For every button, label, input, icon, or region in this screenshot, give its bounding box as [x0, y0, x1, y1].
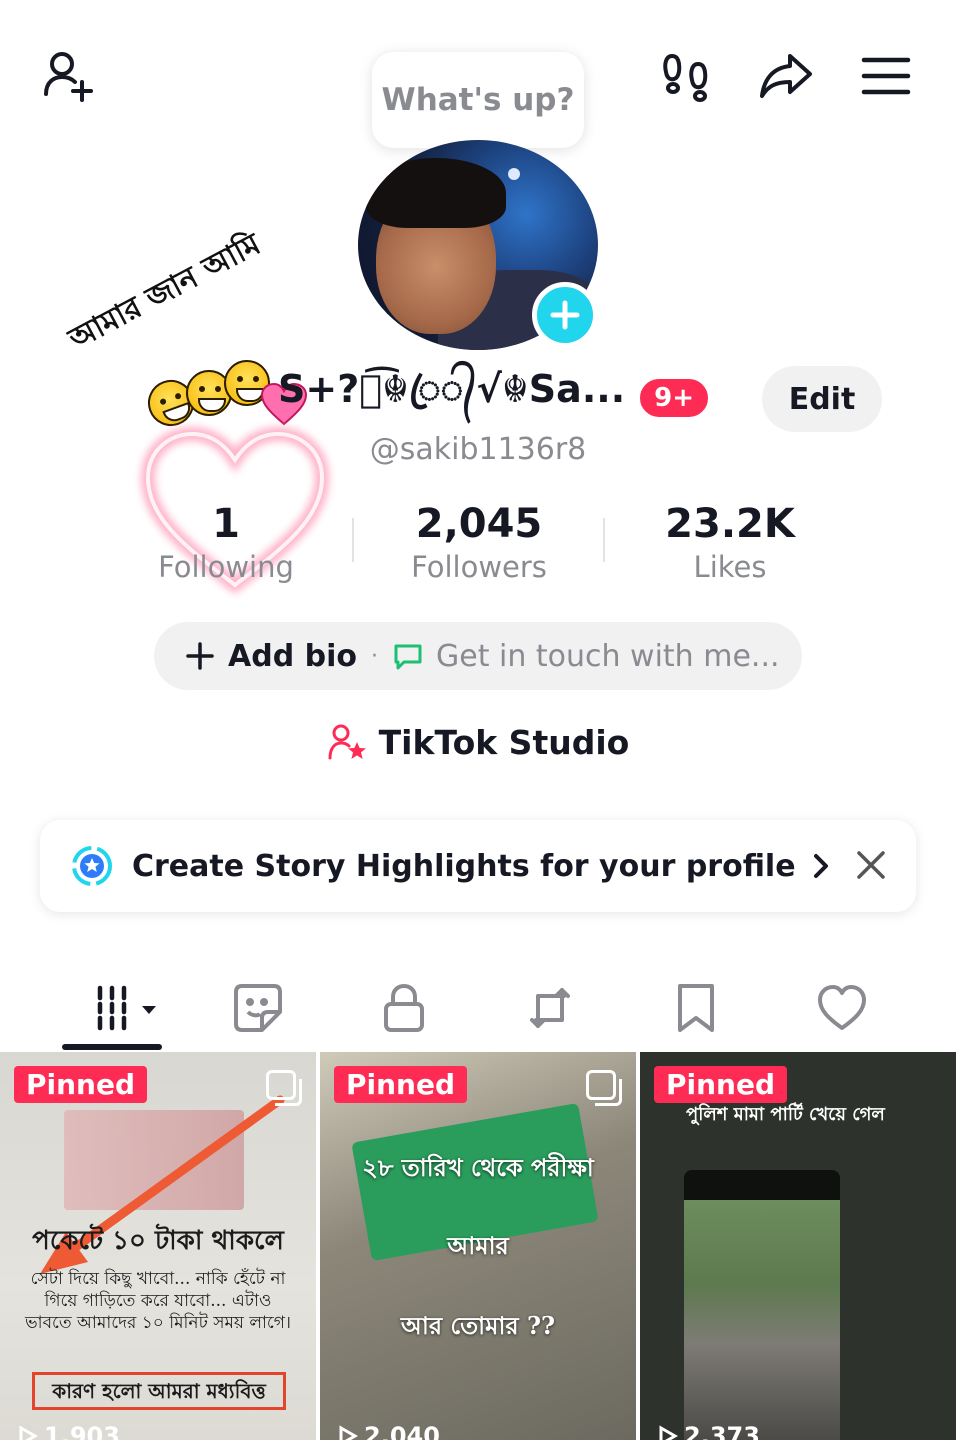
pinned-badge: Pinned	[14, 1066, 148, 1103]
tiktok-studio-label: TikTok Studio	[378, 722, 630, 762]
share-icon[interactable]	[754, 44, 818, 108]
stat-value: 2,045	[415, 501, 543, 547]
footprints-icon[interactable]	[656, 44, 720, 108]
highlight-star-icon	[72, 846, 112, 886]
heart-icon	[818, 985, 866, 1030]
video-line-3: আর তোমার ??	[400, 1311, 556, 1340]
stat-following[interactable]: 1 Following	[116, 500, 336, 586]
tiktok-studio-link[interactable]: TikTok Studio	[0, 722, 956, 762]
add-bio-button[interactable]: Add bio	[184, 639, 357, 674]
video-thumbnail[interactable]: Pinned পুলিশ মামা পার্টি খেয়ে গেল 2,373	[640, 1052, 956, 1440]
story-highlights-banner[interactable]: Create Story Highlights for your profile	[40, 820, 916, 912]
chat-bubble-icon	[394, 644, 422, 670]
tab-private[interactable]	[364, 970, 444, 1046]
tab-liked[interactable]	[802, 970, 882, 1046]
stat-followers[interactable]: 2,045 Followers	[369, 500, 589, 586]
story-highlights-text: Create Story Highlights for your profile	[132, 848, 796, 884]
avatar-light	[508, 168, 520, 180]
pinned-badge: Pinned	[654, 1066, 788, 1103]
grid-icon	[97, 985, 156, 1031]
tab-reposts[interactable]	[510, 970, 590, 1046]
stat-divider	[352, 518, 354, 562]
play-icon	[19, 1425, 38, 1440]
video-grid: Pinned পকেটে ১০ টাকা থাকলে সেটা দিয়ে কি…	[0, 1052, 956, 1440]
stat-value: 23.2K	[665, 501, 795, 547]
profile-tabs	[0, 960, 956, 1052]
status-bubble[interactable]: What's up?	[372, 52, 584, 148]
video-thumbnail[interactable]: Pinned ২৮ তারিখ থেকে পরীক্ষা আমার আর তোম…	[320, 1052, 636, 1440]
edit-profile-label: Edit	[788, 381, 856, 417]
view-count: 2,040	[336, 1422, 440, 1440]
close-icon[interactable]	[854, 848, 888, 882]
creator-star-icon	[328, 724, 366, 760]
bio-separator: ·	[370, 643, 378, 669]
tab-saved[interactable]	[656, 970, 736, 1046]
stat-divider	[603, 518, 605, 562]
add-friend-icon[interactable]	[36, 44, 100, 108]
embedded-video-frame	[684, 1170, 840, 1440]
bio-bar: Add bio · Get in touch with me...	[154, 622, 802, 690]
sticker-text: আমার জান আমি	[63, 226, 267, 358]
profile-handle: @sakib1136r8	[369, 432, 587, 467]
avatar-hair	[366, 158, 506, 228]
status-bubble-text: What's up?	[381, 82, 575, 118]
view-count: 1,903	[16, 1422, 120, 1440]
pinned-badge: Pinned	[334, 1066, 468, 1103]
view-count-text: 1,903	[44, 1422, 120, 1440]
add-story-button[interactable]	[532, 282, 598, 348]
video-body-text: সেটা দিয়ে কিছু খাবো... নাকি হেঁটে না গি…	[25, 1269, 291, 1333]
view-count-text: 2,373	[684, 1422, 760, 1440]
video-thumbnail[interactable]: Pinned পকেটে ১০ টাকা থাকলে সেটা দিয়ে কি…	[0, 1052, 316, 1440]
video-headline: পকেটে ১০ টাকা থাকলে	[32, 1226, 284, 1256]
video-line-2: আমার	[447, 1231, 509, 1260]
contact-button[interactable]: Get in touch with me...	[392, 639, 780, 674]
bookmark-icon	[678, 984, 714, 1032]
view-count: 2,373	[656, 1422, 760, 1440]
play-icon	[339, 1425, 358, 1440]
street-scene-image	[684, 1200, 840, 1440]
video-line-1: ২৮ তারিখ থেকে পরীক্ষা	[362, 1153, 594, 1182]
play-icon	[659, 1425, 678, 1440]
notification-badge[interactable]: 9+	[637, 376, 712, 420]
add-bio-label: Add bio	[228, 638, 357, 674]
stat-label: Following	[158, 550, 294, 584]
tab-favorites-stickers[interactable]	[218, 970, 298, 1046]
stat-label: Followers	[411, 550, 547, 584]
contact-label: Get in touch with me...	[435, 638, 780, 674]
menu-icon[interactable]	[854, 44, 918, 108]
plus-icon	[186, 642, 214, 670]
edit-profile-button[interactable]: Edit	[762, 366, 882, 432]
video-boxed-text: কারণ হলো আমরা মধ্যবিত্ত	[32, 1372, 286, 1410]
display-name-row: S+?ৌ͡☬ꦿ᭄√☬Sa... 9+	[278, 367, 712, 424]
lock-icon	[384, 983, 424, 1032]
tab-videos[interactable]	[80, 970, 180, 1046]
view-count-text: 2,040	[364, 1422, 440, 1440]
chevron-right-icon	[813, 854, 828, 878]
video-caption: পুলিশ মামা পার্টি খেয়ে গেল	[686, 1104, 885, 1125]
stat-value: 1	[212, 501, 240, 547]
active-tab-indicator	[62, 1044, 162, 1050]
multi-photo-icon	[266, 1070, 302, 1106]
display-name: S+?ৌ͡☬ꦿ᭄√☬Sa...	[278, 367, 626, 411]
stat-likes[interactable]: 23.2K Likes	[620, 500, 840, 586]
stat-label: Likes	[693, 550, 767, 584]
sticker-icon	[234, 984, 282, 1032]
multi-photo-icon	[586, 1070, 622, 1106]
repost-icon	[530, 988, 570, 1028]
